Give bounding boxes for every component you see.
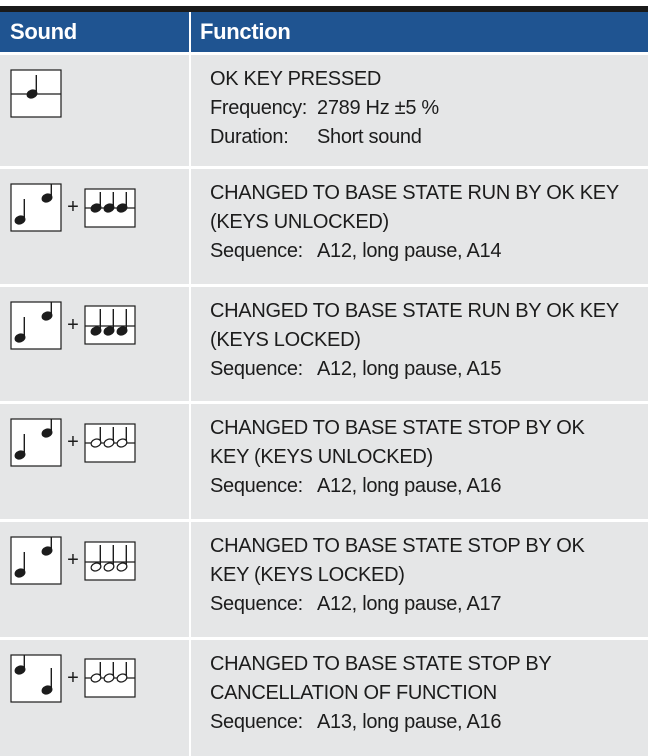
function-title: KEY (KEYS LOCKED) (210, 564, 405, 587)
sound-function-table: Sound Function OK KEY PRESSED Frequency: 2… (0, 6, 648, 756)
sound-cell: + (0, 636, 191, 756)
detail-value: 2789 Hz ±5 % (317, 96, 439, 119)
function-title: CHANGED TO BASE STATE RUN BY OK KEY (210, 299, 619, 322)
function-cell: CHANGED TO BASE STATE STOP BY CANCELLATIO… (190, 636, 648, 756)
detail-key: Sequence: (210, 593, 303, 616)
notes-low-high-icon (10, 183, 62, 232)
function-cell: OK KEY PRESSED Frequency: 2789 Hz ±5 % Dura… (190, 51, 648, 168)
detail-key: Frequency: (210, 96, 308, 119)
notes-high-low-icon (10, 654, 62, 703)
detail-line: Sequence: A12, long pause, A15 (210, 355, 648, 384)
function-title: CHANGED TO BASE STATE RUN BY OK KEY (210, 182, 619, 205)
sound-symbol: + (10, 418, 136, 468)
single-note-icon (10, 68, 62, 118)
three-filled-bottom-icon (84, 305, 136, 345)
detail-line: Sequence: A12, long pause, A14 (210, 237, 648, 266)
function-title: CHANGED TO BASE STATE STOP BY OK (210, 535, 585, 558)
function-cell: CHANGED TO BASE STATE RUN BY OK KEY (KEYS… (190, 166, 648, 286)
sound-cell: + (0, 283, 191, 403)
table-row: OK KEY PRESSED Frequency: 2789 Hz ±5 % Dura… (0, 51, 648, 168)
notes-low-high-icon (10, 418, 62, 468)
header-function: Function (189, 9, 648, 53)
detail-value: A12, long pause, A17 (317, 593, 502, 616)
header-sound: Sound (0, 9, 190, 53)
detail-value: A12, long pause, A14 (317, 240, 502, 263)
table-row: + CHANGED TO BASE STATE STOP BY OK KEY (KE… (0, 401, 648, 521)
detail-key: Sequence: (210, 240, 303, 263)
function-title: (KEYS LOCKED) (210, 328, 361, 351)
table-row: + CHANGED TO BASE STATE STOP BY OK KEY (KE… (0, 519, 648, 639)
three-hollow-middle-icon (84, 658, 136, 698)
header-row: Sound Function (0, 9, 648, 53)
sound-symbol: + (10, 654, 136, 703)
table-row: + CHANGED TO BASE STATE RUN BY OK KEY (KEY… (0, 283, 648, 403)
table-row: + CHANGED TO BASE STATE RUN BY OK KEY (KEY… (0, 166, 648, 286)
sound-symbol (10, 68, 62, 118)
function-title: KEY (KEYS UNLOCKED) (210, 446, 433, 469)
sound-symbol: + (10, 301, 136, 350)
sound-cell: + (0, 166, 191, 286)
detail-line: Sequence: A12, long pause, A17 (210, 590, 648, 619)
detail-key: Duration: (210, 125, 289, 148)
function-title: CHANGED TO BASE STATE STOP BY (210, 652, 552, 675)
sound-symbol: + (10, 536, 136, 585)
sound-symbol: + (10, 183, 136, 232)
sound-cell: + (0, 519, 191, 639)
function-cell: CHANGED TO BASE STATE STOP BY OK KEY (KEY… (190, 519, 648, 639)
three-hollow-middle-icon (84, 423, 136, 463)
detail-line: Sequence: A12, long pause, A16 (210, 472, 648, 501)
three-filled-top-icon (84, 188, 136, 228)
detail-value: Short sound (317, 125, 422, 148)
detail-line: Sequence: A13, long pause, A16 (210, 708, 648, 737)
detail-value: A12, long pause, A15 (317, 357, 502, 380)
detail-key: Sequence: (210, 357, 303, 380)
plus-sign: + (67, 431, 79, 454)
plus-sign: + (67, 313, 79, 336)
table-row: + CHANGED TO BASE STATE STOP BY CANCELLATI… (0, 636, 648, 756)
detail-line: Frequency: 2789 Hz ±5 % (210, 94, 648, 123)
function-title: CHANGED TO BASE STATE STOP BY OK (210, 417, 585, 440)
function-title: (KEYS UNLOCKED) (210, 211, 389, 234)
function-title: OK KEY PRESSED (210, 67, 382, 90)
notes-low-high-icon (10, 301, 62, 350)
detail-key: Sequence: (210, 475, 303, 498)
three-hollow-bottom-icon (84, 541, 136, 581)
plus-sign: + (67, 196, 79, 219)
detail-key: Sequence: (210, 710, 303, 733)
plus-sign: + (67, 549, 79, 572)
detail-value: A12, long pause, A16 (317, 475, 502, 498)
sound-cell: + (0, 401, 191, 521)
function-cell: CHANGED TO BASE STATE RUN BY OK KEY (KEYS… (190, 283, 648, 403)
notes-low-high-icon (10, 536, 62, 585)
detail-value: A13, long pause, A16 (317, 710, 502, 733)
detail-line: Duration: Short sound (210, 123, 648, 152)
function-title: CANCELLATION OF FUNCTION (210, 681, 497, 704)
function-cell: CHANGED TO BASE STATE STOP BY OK KEY (KEY… (190, 401, 648, 521)
plus-sign: + (67, 666, 79, 689)
sound-cell (0, 51, 191, 168)
